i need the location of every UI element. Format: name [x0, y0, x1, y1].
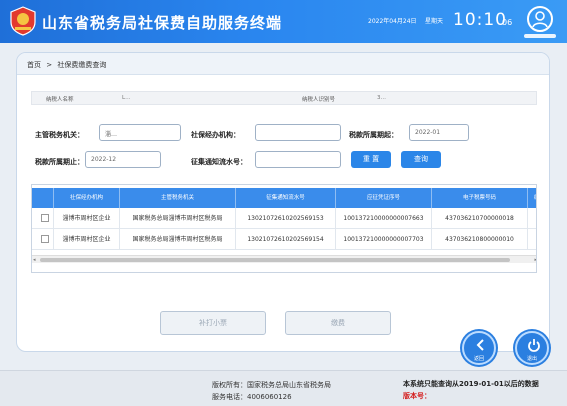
clock-display: 10:10	[453, 10, 507, 30]
footer-version-label: 版本号：	[403, 392, 431, 400]
table-header-cell	[32, 188, 54, 208]
tax-emblem-icon	[10, 6, 36, 36]
table-cell: 已	[528, 208, 536, 229]
taxpayer-name-label: 纳税人名称	[46, 97, 74, 103]
back-button-label: 返回	[473, 356, 484, 362]
table-cell: 国家税务总局淄博市周村区税务局	[120, 208, 236, 229]
breadcrumb-separator: >	[46, 61, 53, 69]
date-display: 2022年04月24日	[368, 18, 417, 25]
scrollbar-thumb[interactable]	[40, 258, 510, 262]
row-select-cell[interactable]	[32, 229, 54, 250]
period-end-input[interactable]: 2022-12	[85, 151, 161, 168]
app-header: 山东省税务局社保费自助服务终端 2022年04月24日 星期天 10:10 06	[0, 0, 567, 43]
table-header-cell: 社保经办机构	[54, 188, 120, 208]
weekday-display: 星期天	[425, 18, 444, 25]
scroll-right-arrow-icon[interactable]: ▸	[534, 257, 536, 263]
breadcrumb-home[interactable]: 首页	[27, 61, 41, 69]
footer-copyright: 版权所有：国家税务总局山东省税务局	[212, 381, 331, 389]
user-name-bar	[524, 34, 556, 38]
query-button[interactable]: 查询	[401, 151, 441, 168]
table-cell: 国家税务总局淄博市周村区税务局	[120, 229, 236, 250]
scroll-left-arrow-icon[interactable]: ◂	[33, 257, 36, 263]
exit-button-label: 退出	[526, 356, 537, 362]
main-panel: 首页 > 社保费缴费查询 纳税人名称 L… 纳税人识别号 3… 主管税务机关： …	[16, 52, 550, 352]
period-end-label: 税款所属期止：	[35, 158, 84, 166]
period-start-input[interactable]: 2022-01	[409, 124, 469, 141]
table-cell: 437036210700000018	[432, 208, 528, 229]
row-checkbox[interactable]	[41, 214, 49, 222]
user-icon	[532, 11, 548, 28]
agency-select[interactable]	[255, 124, 341, 141]
taxpayer-id-label: 纳税人识别号	[302, 97, 336, 103]
table-cell: 100137210000000007703	[336, 229, 432, 250]
tax-authority-label: 主管税务机关：	[35, 131, 84, 139]
table-cell: 1302107261020256915​3	[236, 208, 336, 229]
pay-button[interactable]: 缴费	[285, 311, 391, 335]
user-avatar[interactable]	[527, 6, 553, 32]
table-row[interactable]: 淄博市周村区企业 国家税务总局淄博市周村区税务局 130210726102025…	[32, 208, 536, 229]
taxpayer-info-bar: 纳税人名称 L… 纳税人识别号 3…	[31, 91, 537, 105]
seconds-display: 06	[502, 18, 513, 27]
table-header-cell: 主管税务机关	[120, 188, 236, 208]
agency-label: 社保经办机构：	[191, 131, 240, 139]
table-header-cell: 征集通知流水号	[236, 188, 336, 208]
footer: 版权所有：国家税务总局山东省税务局 服务电话：4006060126 本系统只能查…	[0, 370, 567, 406]
tax-authority-select[interactable]: 淄…	[99, 124, 181, 141]
table-cell: 100137210000000007663	[336, 208, 432, 229]
row-select-cell[interactable]	[32, 208, 54, 229]
table-cell: 未	[528, 229, 536, 250]
taxpayer-name-value: L…	[122, 95, 131, 101]
app-title: 山东省税务局社保费自助服务终端	[42, 14, 283, 32]
table-cell: 437036210800000010	[432, 229, 528, 250]
power-icon	[528, 339, 540, 352]
taxpayer-id-value: 3…	[377, 95, 386, 101]
table-cell: 淄博市周村区企业	[54, 208, 120, 229]
table-header-cell: 缴费	[528, 188, 536, 208]
results-table: 社保经办机构 主管税务机关 征集通知流水号 应征凭证序号 电子税票号码 缴费 淄…	[31, 184, 537, 273]
row-checkbox[interactable]	[41, 235, 49, 243]
breadcrumb: 首页 > 社保费缴费查询	[17, 53, 549, 75]
exit-button[interactable]: 退出	[515, 331, 549, 365]
table-header-cell: 电子税票号码	[432, 188, 528, 208]
table-row[interactable]: 淄博市周村区企业 国家税务总局淄博市周村区税务局 130210726102025…	[32, 229, 536, 250]
period-start-label: 税款所属期起：	[349, 131, 398, 139]
notice-no-input[interactable]	[255, 151, 341, 168]
back-button[interactable]: 返回	[462, 331, 496, 365]
reprint-receipt-button[interactable]: 补打小票	[160, 311, 266, 335]
table-header-cell: 应征凭证序号	[336, 188, 432, 208]
footer-notice: 本系统只能查询从2019-01-01以后的数据	[403, 380, 539, 388]
table-cell: 淄博市周村区企业	[54, 229, 120, 250]
footer-service-phone: 服务电话：4006060126	[212, 393, 292, 401]
table-header: 社保经办机构 主管税务机关 征集通知流水号 应征凭证序号 电子税票号码 缴费	[32, 188, 536, 208]
horizontal-scrollbar[interactable]: ◂ ▸	[32, 255, 536, 263]
notice-no-label: 征集通知流水号：	[191, 158, 247, 166]
chevron-left-icon	[476, 339, 484, 351]
reset-button[interactable]: 重 置	[351, 151, 391, 168]
table-cell: 1302107261020256915​4	[236, 229, 336, 250]
breadcrumb-current: 社保费缴费查询	[57, 61, 107, 69]
